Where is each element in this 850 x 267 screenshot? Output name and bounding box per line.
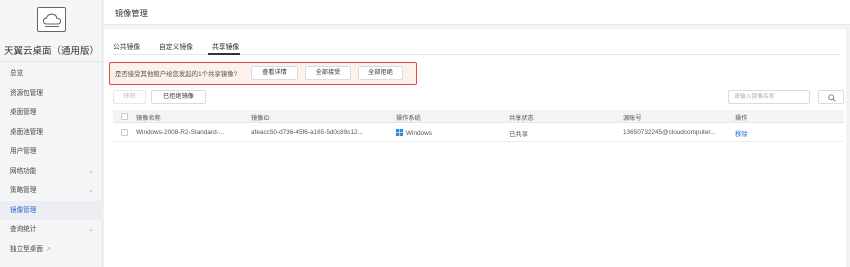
sidebar-item-label: 资源包管理 [10,89,43,97]
sidebar-item-images[interactable]: 镜像管理 [0,200,103,220]
chevron-down-icon: ⌄ [88,167,94,175]
sidebar-item-label: 镜像管理 [10,206,37,214]
select-all-checkbox[interactable] [121,113,128,120]
column-header-name: 镜像名称 [136,115,161,122]
sidebar-item-label: 桌面管理 [10,109,37,116]
remove-button[interactable]: 移除 [113,90,146,104]
column-header-actions: 操作 [735,115,748,122]
page-header: 镜像管理 [104,0,850,25]
content-panel: 公共镜像 自定义镜像 共享镜像 是否接受其他租户给您发起的1个共享镜像? 查看详… [104,29,846,267]
sidebar-item-policies[interactable]: 策略管理 ⌄ [0,181,103,201]
sidebar-item-desktops[interactable]: 桌面管理 [0,103,103,123]
cell-os-label: Windows [406,130,432,137]
sidebar-item-statistics[interactable]: 查询统计 ⌄ [0,220,103,240]
share-request-notice: 是否接受其他租户给您发起的1个共享镜像? 查看详情 全部接受 全部拒绝 [109,62,417,85]
image-search-input[interactable] [728,90,810,104]
sidebar-item-label: 总览 [10,70,24,77]
search-icon [828,94,836,102]
cell-image-name: Windows-2008-R2-Standard-... [136,129,225,136]
sidebar-item-users[interactable]: 用户管理 [0,142,103,162]
rejected-images-button[interactable]: 已拒绝镜像 [151,90,206,104]
cell-image-id: afeacc50-d736-45f6-a165-5d0c89c12... [251,129,363,136]
sidebar-menu: 总览 资源包管理 桌面管理 桌面池管理 用户管理 网络功能 ⌄ 策略管理 ⌄ 镜像管… [0,64,103,259]
cell-os: Windows [396,129,432,137]
windows-icon [396,129,403,136]
row-checkbox[interactable] [121,129,128,136]
sidebar-item-label: 策略管理 [10,187,37,194]
sidebar-item-label: 独立型桌面 [10,245,43,253]
search-button[interactable] [818,90,844,104]
row-remove-link[interactable]: 移除 [735,129,748,138]
sidebar-item-overview[interactable]: 总览 [0,64,103,84]
reject-all-button[interactable]: 全部拒绝 [358,66,403,80]
cell-share-status: 已共享 [509,131,529,138]
tab-shared-images[interactable]: 共享镜像 [212,41,239,51]
chevron-down-icon: ⌄ [88,187,94,194]
sidebar-item-desktop-pools[interactable]: 桌面池管理 [0,123,103,143]
sidebar-item-label: 网络功能 [10,167,37,175]
view-details-button[interactable]: 查看详情 [251,66,298,80]
tab-public-images[interactable]: 公共镜像 [113,41,140,51]
notice-text: 是否接受其他租户给您发起的1个共享镜像? [115,71,238,78]
brand-title: 天翼云桌面（通用版） [3,46,99,57]
table-row: Windows-2008-R2-Standard-... afeacc50-d7… [113,123,844,142]
active-tab-indicator [208,53,240,55]
column-header-source-account: 源账号 [623,115,642,122]
table-header: 镜像名称 镜像ID 操作系统 共享状态 源账号 操作 [113,110,844,123]
brand-divider [0,61,103,62]
column-header-share-status: 共享状态 [509,115,534,122]
tab-custom-images[interactable]: 自定义镜像 [159,41,193,51]
sidebar-item-resource-packages[interactable]: 资源包管理 [0,84,103,104]
column-header-os: 操作系统 [396,115,421,122]
column-header-id: 镜像ID [251,115,270,122]
external-link-icon: ↗ [45,246,51,253]
sidebar-item-standalone-desktop[interactable]: 独立型桌面 ↗ [0,240,103,260]
cell-source-account: 13650732245@cloudcomputer... [623,129,716,136]
sidebar: 天翼云桌面（通用版） 总览 资源包管理 桌面管理 桌面池管理 用户管理 网络功能… [0,0,103,267]
accept-all-button[interactable]: 全部接受 [305,66,351,80]
sidebar-item-network[interactable]: 网络功能 ⌄ [0,162,103,182]
page-title: 镜像管理 [115,9,148,18]
sidebar-item-label: 查询统计 [10,226,37,233]
sidebar-item-label: 桌面池管理 [10,128,43,136]
cloud-desktop-logo-icon [37,7,66,32]
sidebar-item-label: 用户管理 [10,148,37,155]
chevron-down-icon: ⌄ [88,226,94,233]
image-tabs: 公共镜像 自定义镜像 共享镜像 [113,38,840,55]
